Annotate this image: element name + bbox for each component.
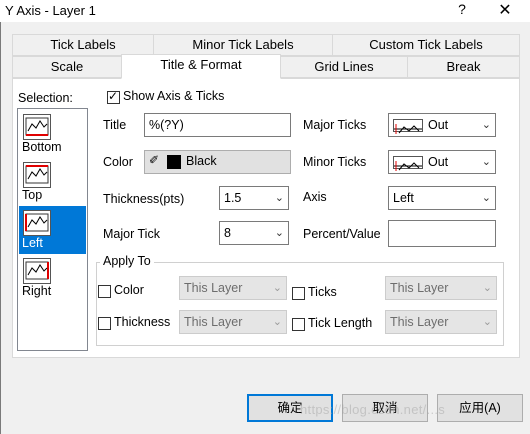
selection-item-bottom[interactable]: Bottom bbox=[19, 110, 86, 158]
thickness-select[interactable]: 1.5 ⌄ bbox=[219, 186, 289, 210]
tab-label: Title & Format bbox=[160, 57, 242, 72]
selection-list[interactable]: Bottom Top Left Right bbox=[17, 108, 88, 351]
chevron-down-icon: ⌄ bbox=[482, 316, 492, 328]
major-ticks-select[interactable]: Out ⌄ bbox=[388, 113, 496, 137]
tab-label: Custom Tick Labels bbox=[369, 37, 483, 52]
axis-top-icon bbox=[23, 162, 51, 188]
chevron-down-icon: ⌄ bbox=[482, 282, 492, 294]
apply-thickness-checkbox[interactable] bbox=[98, 317, 111, 330]
selection-item-top[interactable]: Top bbox=[19, 158, 86, 206]
major-tick-label: Major Tick bbox=[103, 227, 160, 241]
axis-select[interactable]: Left ⌄ bbox=[388, 186, 496, 210]
apply-tick-length-select[interactable]: This Layer ⌄ bbox=[385, 310, 497, 334]
apply-to-legend: Apply To bbox=[100, 254, 154, 268]
minor-ticks-label: Minor Ticks bbox=[303, 155, 367, 169]
chevron-down-icon: ⌄ bbox=[274, 192, 284, 204]
apply-color-label: Color bbox=[114, 283, 144, 297]
apply-thickness-label: Thickness bbox=[114, 315, 171, 329]
window-title: Y Axis - Layer 1 bbox=[5, 3, 96, 18]
selection-item-left[interactable]: Left bbox=[19, 206, 86, 254]
major-tick-value: 8 bbox=[224, 226, 231, 240]
apply-ticks-checkbox[interactable] bbox=[292, 287, 305, 300]
selection-label: Selection: bbox=[18, 91, 73, 105]
axis-value: Left bbox=[393, 191, 414, 205]
tick-style-out-icon bbox=[393, 119, 423, 134]
tick-style-out-icon bbox=[393, 156, 423, 171]
chevron-down-icon: ⌄ bbox=[481, 119, 491, 131]
help-button[interactable]: ? bbox=[455, 1, 469, 17]
color-value: Black bbox=[186, 154, 217, 168]
thickness-value: 1.5 bbox=[224, 191, 242, 205]
chevron-down-icon: ⌄ bbox=[274, 227, 284, 239]
tab-label: Scale bbox=[50, 59, 84, 74]
apply-button[interactable]: 应用(A) bbox=[437, 394, 523, 422]
tab-label: Break bbox=[446, 59, 481, 74]
apply-color-value: This Layer bbox=[184, 281, 243, 295]
tab-grid-lines[interactable]: Grid Lines bbox=[280, 56, 408, 78]
color-swatch bbox=[167, 155, 181, 169]
selection-item-label: Left bbox=[22, 236, 43, 250]
minor-ticks-value: Out bbox=[428, 155, 449, 169]
apply-thickness-select[interactable]: This Layer ⌄ bbox=[179, 310, 287, 334]
tab-scale[interactable]: Scale bbox=[12, 56, 122, 78]
show-axis-label: Show Axis & Ticks bbox=[123, 89, 225, 103]
tab-label: Grid Lines bbox=[314, 59, 374, 74]
selection-item-label: Right bbox=[22, 284, 52, 298]
title-label: Title bbox=[103, 118, 127, 132]
title-input[interactable]: %(?Y) bbox=[144, 113, 291, 137]
tab-minor-tick-labels[interactable]: Minor Tick Labels bbox=[153, 34, 333, 56]
axis-left-icon bbox=[23, 210, 51, 236]
apply-ticks-select[interactable]: This Layer ⌄ bbox=[385, 276, 497, 300]
apply-color-select[interactable]: This Layer ⌄ bbox=[179, 276, 287, 300]
percent-value-input[interactable] bbox=[388, 220, 496, 247]
chevron-down-icon: ⌄ bbox=[272, 282, 282, 294]
color-label: Color bbox=[103, 155, 133, 169]
major-ticks-label: Major Ticks bbox=[303, 118, 367, 132]
minor-ticks-select[interactable]: Out ⌄ bbox=[388, 150, 496, 174]
tab-label: Minor Tick Labels bbox=[192, 37, 294, 52]
apply-tick-length-checkbox[interactable] bbox=[292, 318, 305, 331]
apply-ticks-label: Ticks bbox=[308, 285, 337, 299]
percent-value-label: Percent/Value bbox=[303, 227, 381, 241]
watermark: https://blog.csdn.net/...s bbox=[300, 402, 446, 417]
chevron-down-icon: ⌄ bbox=[272, 316, 282, 328]
color-picker-button[interactable]: ✐ Black bbox=[144, 150, 291, 174]
title-bar: Y Axis - Layer 1 ? ✕ bbox=[0, 0, 530, 22]
apply-ticks-value: This Layer bbox=[390, 281, 449, 295]
chevron-down-icon: ⌄ bbox=[481, 192, 491, 204]
apply-tick-length-value: This Layer bbox=[390, 315, 449, 329]
axis-bottom-icon bbox=[23, 114, 51, 140]
apply-color-checkbox[interactable] bbox=[98, 285, 111, 298]
pen-icon: ✐ bbox=[149, 153, 160, 167]
thickness-label: Thickness(pts) bbox=[103, 192, 185, 206]
show-axis-checkbox[interactable] bbox=[107, 89, 120, 104]
tab-tick-labels[interactable]: Tick Labels bbox=[12, 34, 154, 56]
apply-thickness-value: This Layer bbox=[184, 315, 243, 329]
tab-label: Tick Labels bbox=[50, 37, 116, 52]
tab-title-format[interactable]: Title & Format bbox=[121, 54, 281, 79]
selection-item-right[interactable]: Right bbox=[19, 254, 86, 302]
major-ticks-value: Out bbox=[428, 118, 449, 132]
tab-custom-tick-labels[interactable]: Custom Tick Labels bbox=[332, 34, 520, 56]
axis-right-icon bbox=[23, 258, 51, 284]
tab-break[interactable]: Break bbox=[407, 56, 520, 78]
selection-item-label: Top bbox=[22, 188, 43, 202]
selection-item-label: Bottom bbox=[22, 140, 62, 154]
major-tick-select[interactable]: 8 ⌄ bbox=[219, 221, 289, 245]
axis-label: Axis bbox=[303, 190, 327, 204]
apply-tick-length-label: Tick Length bbox=[308, 316, 373, 330]
chevron-down-icon: ⌄ bbox=[481, 156, 491, 168]
close-button[interactable]: ✕ bbox=[496, 0, 514, 20]
